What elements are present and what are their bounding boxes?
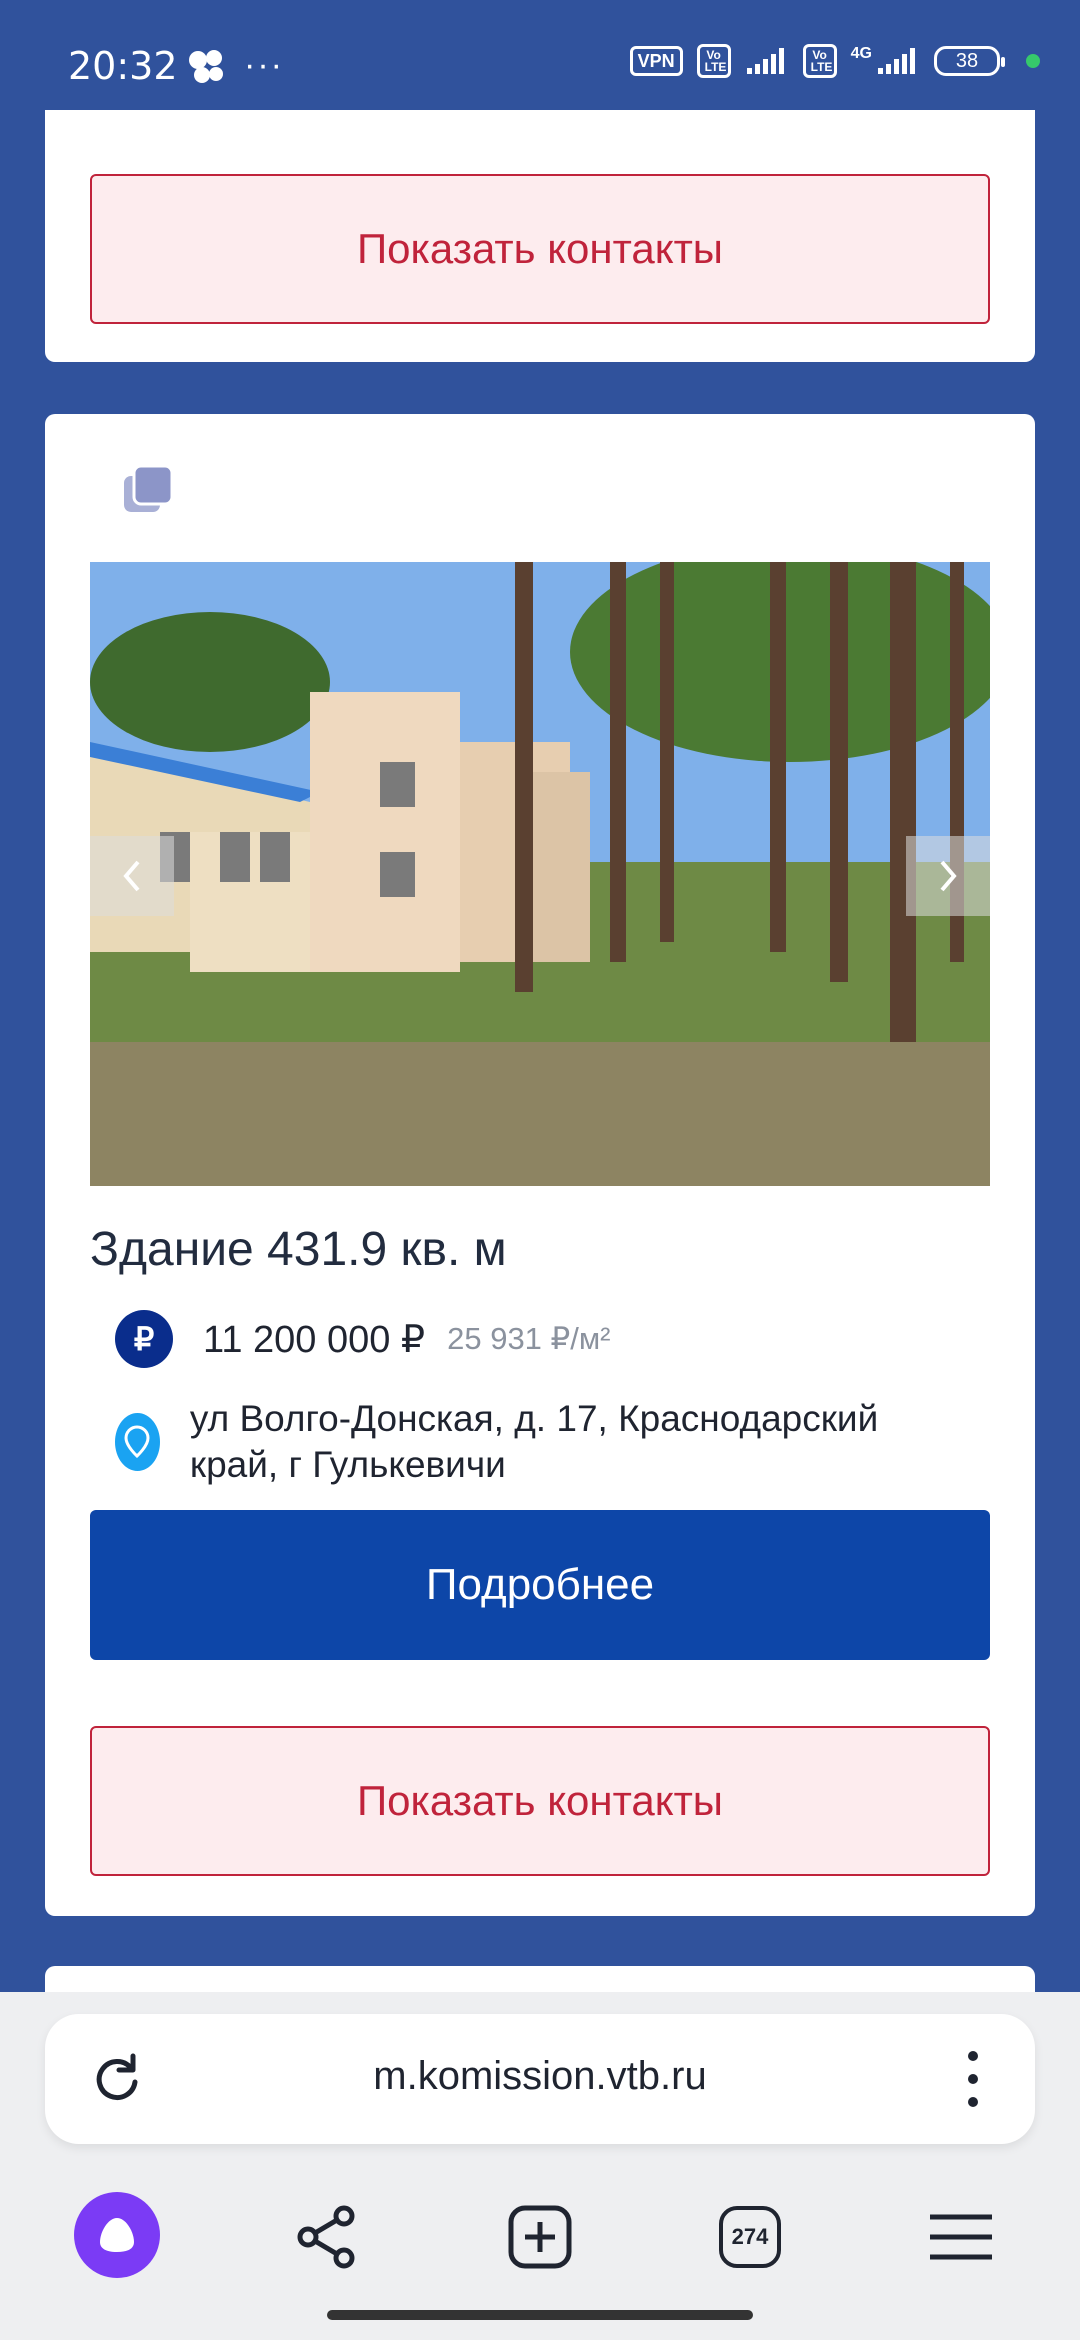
url-text[interactable]: m.komission.vtb.ru xyxy=(45,2054,1035,2099)
vpn-icon: VPN xyxy=(629,46,683,76)
listing-address: ул Волго-Донская, д. 17, Краснодарский к… xyxy=(189,1398,879,1485)
browser-toolbar: 274 xyxy=(0,2192,1080,2302)
chevron-left-icon xyxy=(123,860,140,892)
tabs-button[interactable]: 274 xyxy=(705,2192,795,2282)
tabs-count: 274 xyxy=(719,2206,781,2268)
status-time: 20:32 xyxy=(68,44,178,88)
new-tab-button[interactable] xyxy=(495,2192,585,2282)
alice-icon xyxy=(100,2218,134,2252)
show-contacts-button[interactable]: Показать контакты xyxy=(90,174,990,324)
listing-photo[interactable] xyxy=(90,562,990,1186)
ruble-icon: ₽ xyxy=(115,1310,173,1368)
location-pin-icon xyxy=(115,1413,160,1471)
price-per-m2: 25 931 ₽/м² xyxy=(447,1321,611,1356)
photo-prev-button[interactable] xyxy=(90,836,174,916)
privacy-indicator xyxy=(1026,54,1040,68)
volte-icon: Vo LTE xyxy=(696,44,731,78)
signal-icon xyxy=(746,48,784,74)
chevron-right-icon xyxy=(940,860,957,892)
browser-bar: m.komission.vtb.ru 274 xyxy=(0,1992,1080,2340)
hamburger-menu-icon xyxy=(930,2214,992,2260)
details-button[interactable]: Подробнее xyxy=(90,1510,990,1660)
building-photo-illustration xyxy=(90,562,990,1186)
photo-next-button[interactable] xyxy=(906,836,990,916)
address-bar[interactable]: m.komission.vtb.ru xyxy=(45,2014,1035,2144)
listing-price: 11 200 000 ₽ xyxy=(203,1318,426,1361)
price-row: ₽ 11 200 000 ₽ 25 931 ₽/м² xyxy=(115,1310,611,1368)
plus-square-icon xyxy=(508,2205,572,2269)
battery-icon: 38 xyxy=(934,46,1005,76)
more-menu-icon[interactable] xyxy=(963,2048,983,2110)
share-button[interactable] xyxy=(282,2192,372,2282)
listing-card-previous: Показать контакты xyxy=(45,110,1035,362)
alice-assistant-button[interactable] xyxy=(74,2192,160,2278)
show-contacts-button-2[interactable]: Показать контакты xyxy=(90,1726,990,1876)
assistant-icon xyxy=(189,49,223,83)
listing-title: Здание 431.9 кв. м xyxy=(90,1223,507,1276)
status-right-icons: VPN Vo LTE Vo LTE 4G 38 xyxy=(629,44,1040,78)
share-icon xyxy=(297,2205,355,2269)
status-bar: 20:32 ··· VPN Vo LTE Vo LTE 4G 38 xyxy=(0,0,1080,110)
home-indicator[interactable] xyxy=(327,2310,753,2320)
volte-icon-2: Vo LTE xyxy=(802,44,837,78)
menu-button[interactable] xyxy=(916,2192,1006,2282)
status-left-icons: ··· xyxy=(186,46,284,85)
gallery-icon[interactable] xyxy=(120,462,176,518)
listing-card: Здание 431.9 кв. м ₽ 11 200 000 ₽ 25 931… xyxy=(45,414,1035,1916)
network-type-icon: 4G xyxy=(850,45,872,62)
signal-icon-2 xyxy=(878,48,915,74)
more-notifications-icon: ··· xyxy=(244,46,284,84)
address-row: ул Волго-Донская, д. 17, Краснодарский к… xyxy=(115,1396,975,1488)
